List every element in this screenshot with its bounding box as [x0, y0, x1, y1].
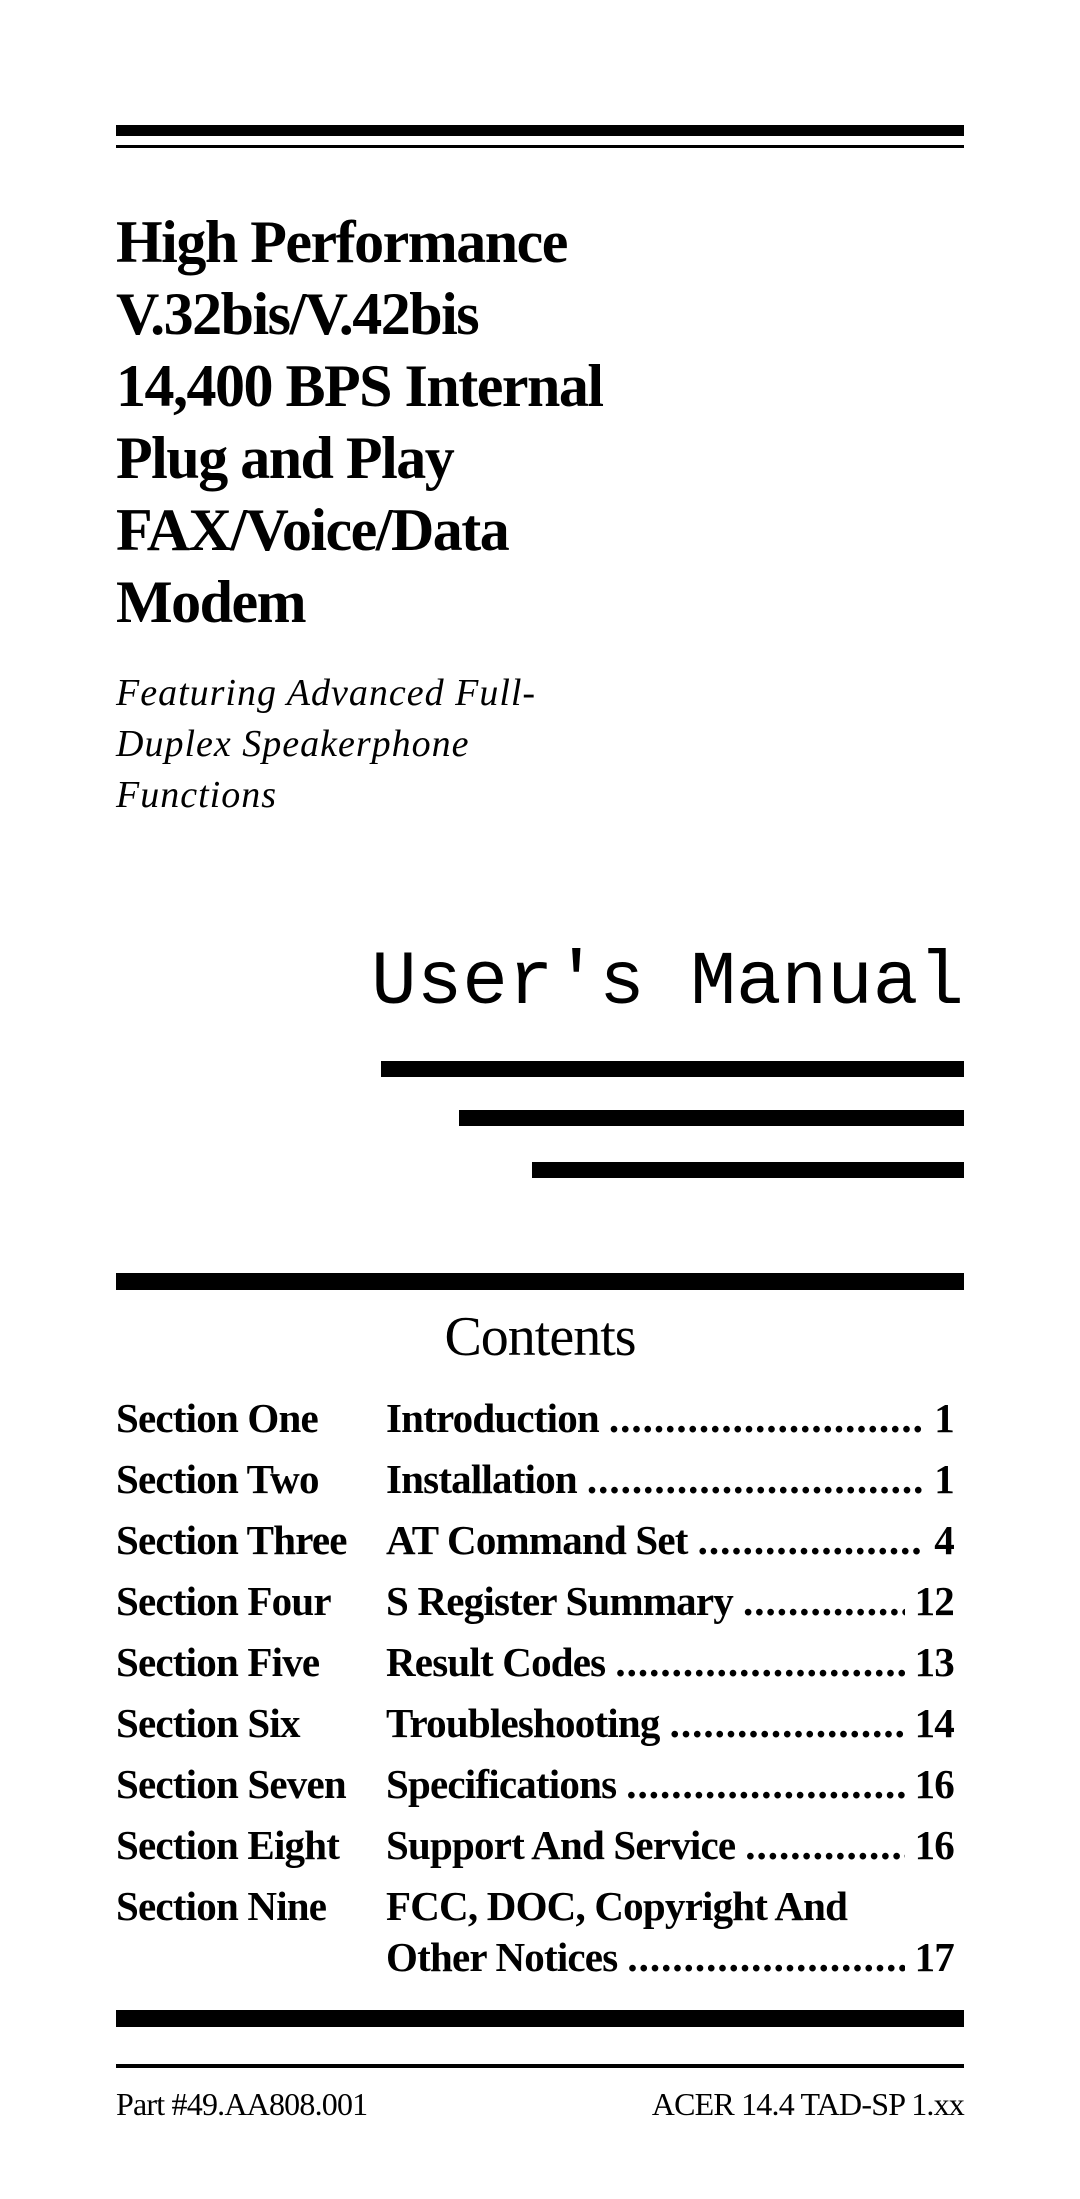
toc-dot-leader [698, 1510, 925, 1571]
toc-dot-leader [745, 1815, 904, 1876]
toc-entry[interactable]: Section Nine FCC, DOC, Copyright And Oth… [116, 1876, 964, 1988]
toc-title: Specifications [386, 1761, 617, 1807]
toc-section-label: Section Six [116, 1700, 301, 1746]
manual-title: User's Manual [371, 940, 964, 1026]
toc-section-label: Section Two [116, 1456, 319, 1502]
toc-page-number: 16 [914, 1761, 955, 1807]
toc-dot-leader [587, 1449, 924, 1510]
toc-entry[interactable]: Section Three AT Command Set 4 [116, 1510, 964, 1571]
toc-entry-line: Support And Service 16 [386, 1815, 955, 1876]
toc-title: Other Notices [386, 1934, 618, 1980]
toc-title: Installation [386, 1456, 578, 1502]
toc-entry-line: Other Notices 17 [386, 1927, 955, 1988]
toc-dot-leader [627, 1927, 904, 1988]
title-line: Plug and Play [116, 425, 455, 491]
model-identifier: ACER 14.4 TAD-SP 1.xx [651, 2086, 965, 2122]
product-title: High Performance V.32bis/V.42bis 14,400 … [116, 206, 816, 638]
toc-title: Introduction [386, 1395, 600, 1441]
toc-entry-line: Troubleshooting 14 [386, 1693, 955, 1754]
top-rule-thick [116, 125, 964, 136]
toc-page-number: 16 [914, 1822, 955, 1868]
toc-section-label: Section Four [116, 1578, 332, 1624]
top-rule-thin [116, 145, 964, 148]
toc-section-label: Section Three [116, 1517, 347, 1563]
toc-entry-line: AT Command Set 4 [386, 1510, 955, 1571]
toc-title: S Register Summary [386, 1578, 734, 1624]
decor-rule-3 [532, 1162, 964, 1178]
toc-dot-leader [609, 1388, 924, 1449]
toc-section-label: Section Eight [116, 1822, 340, 1868]
toc-entry[interactable]: Section One Introduction 1 [116, 1388, 964, 1449]
contents-rule-bottom [116, 2010, 964, 2027]
contents-rule-top [116, 1273, 964, 1290]
toc-entry[interactable]: Section Five Result Codes 13 [116, 1632, 964, 1693]
product-subtitle: Featuring Advanced Full- Duplex Speakerp… [116, 668, 676, 821]
toc-page-number: 12 [914, 1578, 955, 1624]
toc-page-number: 13 [914, 1639, 955, 1685]
toc-entry-line: Installation 1 [386, 1449, 955, 1510]
title-line: V.32bis/V.42bis [116, 281, 480, 347]
toc-entry-line: Result Codes 13 [386, 1632, 955, 1693]
decor-rule-2 [459, 1110, 964, 1126]
toc-dot-leader [743, 1571, 905, 1632]
subtitle-line: Duplex Speakerphone [116, 723, 470, 765]
toc-dot-leader [615, 1632, 904, 1693]
subtitle-line: Featuring Advanced Full- [116, 672, 537, 714]
toc-page-number: 1 [934, 1456, 954, 1502]
toc-page-number: 17 [914, 1934, 955, 1980]
toc-entry-line: Introduction 1 [386, 1388, 955, 1449]
part-number: Part #49.AA808.001 [116, 2086, 368, 2122]
toc-entry[interactable]: Section Two Installation 1 [116, 1449, 964, 1510]
contents-heading: Contents [444, 1306, 636, 1368]
toc-title: AT Command Set [386, 1517, 688, 1563]
toc-entry[interactable]: Section Four S Register Summary 12 [116, 1571, 964, 1632]
toc-page-number: 14 [914, 1700, 955, 1746]
footer-rule [116, 2064, 964, 2068]
decor-rule-1 [381, 1061, 964, 1077]
toc-entry-line: S Register Summary 12 [386, 1571, 955, 1632]
toc-section-label: Section One [116, 1395, 319, 1441]
toc-section-label: Section Seven [116, 1761, 347, 1807]
title-line: 14,400 BPS Internal [116, 353, 604, 419]
toc-page-number: 1 [934, 1395, 954, 1441]
toc-section-label: Section Nine [116, 1883, 327, 1929]
toc-entry[interactable]: Section Six Troubleshooting 14 [116, 1693, 964, 1754]
title-line: Modem [116, 569, 307, 635]
toc-entry[interactable]: Section Eight Support And Service 16 [116, 1815, 964, 1876]
toc-title: Result Codes [386, 1639, 606, 1685]
toc-dot-leader [670, 1693, 905, 1754]
table-of-contents: Section One Introduction 1 Section Two I… [116, 1388, 964, 1988]
title-line: FAX/Voice/Data [116, 497, 510, 563]
toc-entry-line: Specifications 16 [386, 1754, 955, 1815]
title-line: High Performance [116, 209, 568, 275]
toc-section-label: Section Five [116, 1639, 320, 1685]
toc-entry[interactable]: Section Seven Specifications 16 [116, 1754, 964, 1815]
toc-dot-leader [626, 1754, 904, 1815]
toc-title: Troubleshooting [386, 1700, 660, 1746]
subtitle-line: Functions [116, 774, 277, 816]
toc-page-number: 4 [934, 1517, 954, 1563]
toc-title: Support And Service [386, 1822, 736, 1868]
